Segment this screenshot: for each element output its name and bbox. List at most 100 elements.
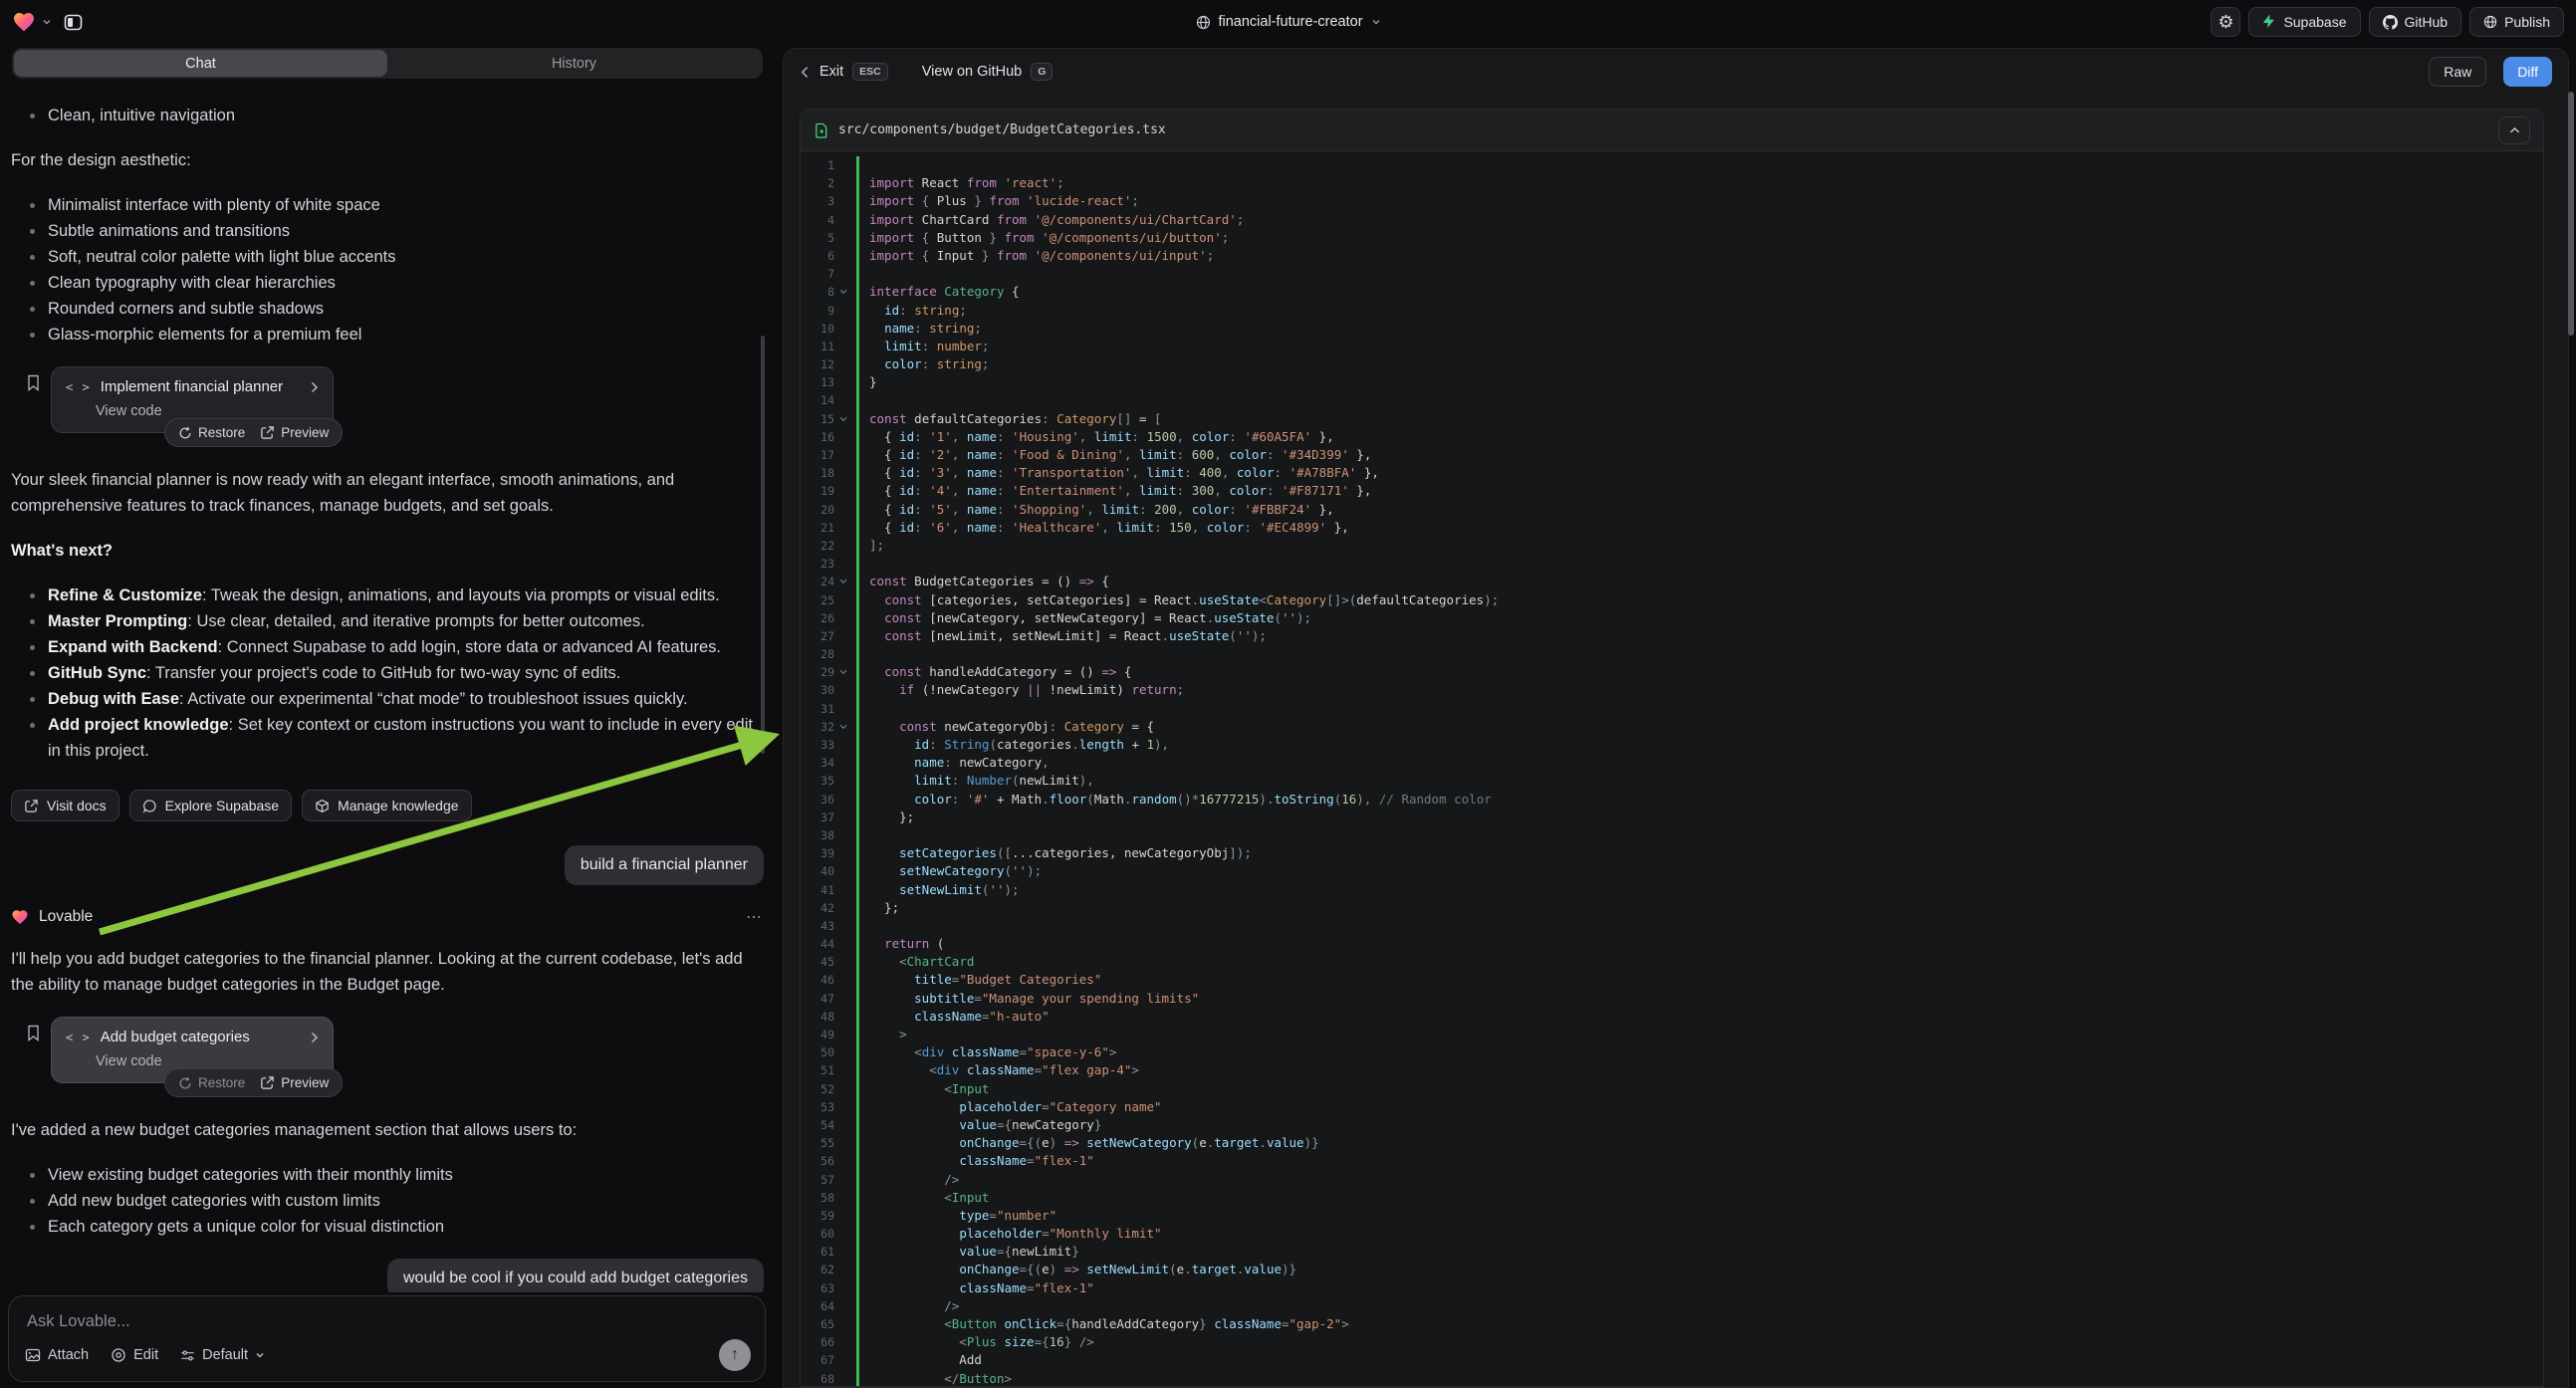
code-text: value={newLimit}: [869, 1243, 1079, 1261]
fold-chevron-icon[interactable]: [834, 718, 851, 736]
list-item: Master Prompting: Use clear, detailed, a…: [11, 608, 764, 634]
publish-globe-icon: [2483, 15, 2497, 29]
line-number: 67: [801, 1351, 834, 1369]
diff-added-marker: [856, 1134, 859, 1152]
diff-added-marker: [856, 338, 859, 355]
chat-history-tabs: ChatHistory: [12, 48, 763, 79]
code-line: 33 id: String(categories.length + 1),: [801, 736, 2543, 754]
mode-select[interactable]: Default: [180, 1347, 265, 1363]
diff-added-marker: [856, 1189, 859, 1207]
fold-chevron-icon[interactable]: [834, 573, 851, 590]
version-card[interactable]: < >Implement financial plannerView codeR…: [51, 366, 334, 433]
chat-panel: ChatHistory Clean, intuitive navigationF…: [0, 44, 775, 1388]
code-text: value={newCategory}: [869, 1116, 1101, 1134]
chip-visit-docs[interactable]: Visit docs: [11, 790, 119, 821]
message-menu-icon[interactable]: ⋯: [746, 907, 764, 927]
diff-added-marker: [856, 645, 859, 663]
fold-spacer: [834, 265, 851, 283]
diff-added-marker: [856, 1171, 859, 1189]
exit-button[interactable]: Exit: [820, 64, 843, 80]
fold-chevron-icon[interactable]: [834, 283, 851, 301]
bookmark-icon[interactable]: [26, 374, 41, 391]
diff-added-marker: [856, 990, 859, 1008]
list-item: Soft, neutral color palette with light b…: [11, 244, 764, 270]
diff-added-marker: [856, 953, 859, 971]
code-scrollbar[interactable]: [2568, 92, 2574, 336]
edit-mode-button[interactable]: Edit: [111, 1347, 158, 1363]
supabase-label: Supabase: [2283, 14, 2346, 30]
collapse-file-button[interactable]: [2498, 116, 2530, 144]
diff-added-marker: [856, 772, 859, 790]
fold-spacer: [834, 428, 851, 446]
file-header[interactable]: src/components/budget/BudgetCategories.t…: [801, 110, 2543, 151]
line-number: 60: [801, 1225, 834, 1243]
line-number: 61: [801, 1243, 834, 1261]
code-line: 26 const [newCategory, setNewCategory] =…: [801, 609, 2543, 627]
project-switcher[interactable]: financial-future-creator: [1195, 0, 1380, 44]
version-card-top: < >Add budget categories: [66, 1029, 319, 1045]
toggle-sidebar-icon[interactable]: [58, 7, 88, 37]
chevron-down-icon[interactable]: [42, 17, 52, 27]
view-on-github-button[interactable]: View on GitHub: [922, 64, 1022, 80]
attach-button[interactable]: Attach: [25, 1347, 89, 1363]
diff-added-marker: [856, 627, 859, 645]
preview-button[interactable]: Preview: [260, 1075, 329, 1090]
chip-label: Visit docs: [47, 798, 107, 813]
diff-added-marker: [856, 809, 859, 826]
chip-explore-supabase[interactable]: Explore Supabase: [129, 790, 292, 821]
version-card[interactable]: < >Add budget categoriesView codeRestore…: [51, 1017, 334, 1083]
diff-added-marker: [856, 881, 859, 899]
diff-added-marker: [856, 971, 859, 989]
code-line: 19 { id: '4', name: 'Entertainment', lim…: [801, 482, 2543, 500]
fold-chevron-icon[interactable]: [834, 410, 851, 428]
view-code-link[interactable]: View code: [96, 1053, 319, 1069]
fold-spacer: [834, 917, 851, 935]
diff-toggle-button[interactable]: Diff: [2503, 57, 2552, 87]
code-text: const handleAddCategory = () => {: [869, 663, 1131, 681]
fold-chevron-icon[interactable]: [834, 663, 851, 681]
code-line: 43: [801, 917, 2543, 935]
edit-label: Edit: [133, 1347, 158, 1363]
preview-button[interactable]: Preview: [260, 425, 329, 440]
fold-spacer: [834, 537, 851, 555]
line-number: 59: [801, 1207, 834, 1225]
code-line: 64 />: [801, 1297, 2543, 1315]
code-line: 35 limit: Number(newLimit),: [801, 772, 2543, 790]
bookmark-icon[interactable]: [26, 1025, 41, 1041]
send-button[interactable]: ↑: [719, 1339, 751, 1371]
code-line: 58 <Input: [801, 1189, 2543, 1207]
fold-spacer: [834, 1370, 851, 1386]
lovable-logo-icon[interactable]: [12, 10, 36, 34]
restore-button[interactable]: Restore: [178, 1075, 245, 1090]
line-number: 31: [801, 700, 834, 718]
diff-added-marker: [856, 446, 859, 464]
restore-label: Restore: [198, 1075, 245, 1090]
diff-added-marker: [856, 1261, 859, 1278]
diff-added-marker: [856, 391, 859, 409]
line-number: 28: [801, 645, 834, 663]
diff-added-marker: [856, 229, 859, 247]
code-line: 47 subtitle="Manage your spending limits…: [801, 990, 2543, 1008]
github-button[interactable]: GitHub: [2369, 7, 2462, 37]
fold-spacer: [834, 645, 851, 663]
line-number: 50: [801, 1043, 834, 1061]
external-link-icon: [24, 799, 39, 813]
restore-preview-pill: Restore Preview: [164, 418, 343, 447]
view-code-link[interactable]: View code: [96, 403, 319, 419]
arrow-up-icon: ↑: [731, 1346, 739, 1364]
tab-chat[interactable]: Chat: [14, 50, 387, 77]
chip-manage-knowledge[interactable]: Manage knowledge: [302, 790, 471, 821]
chat-input[interactable]: Ask Lovable...: [27, 1312, 747, 1331]
settings-button[interactable]: ⚙: [2211, 7, 2240, 37]
tab-history[interactable]: History: [387, 50, 761, 77]
restore-button[interactable]: Restore: [178, 425, 245, 440]
supabase-button[interactable]: Supabase: [2248, 7, 2360, 37]
chat-scrollbar[interactable]: [761, 336, 765, 754]
code-line: 23: [801, 555, 2543, 573]
chevron-left-icon[interactable]: [800, 66, 811, 79]
fold-spacer: [834, 446, 851, 464]
raw-toggle-button[interactable]: Raw: [2429, 57, 2486, 87]
target-icon: [111, 1347, 126, 1363]
line-number: 38: [801, 826, 834, 844]
publish-button[interactable]: Publish: [2469, 7, 2564, 37]
